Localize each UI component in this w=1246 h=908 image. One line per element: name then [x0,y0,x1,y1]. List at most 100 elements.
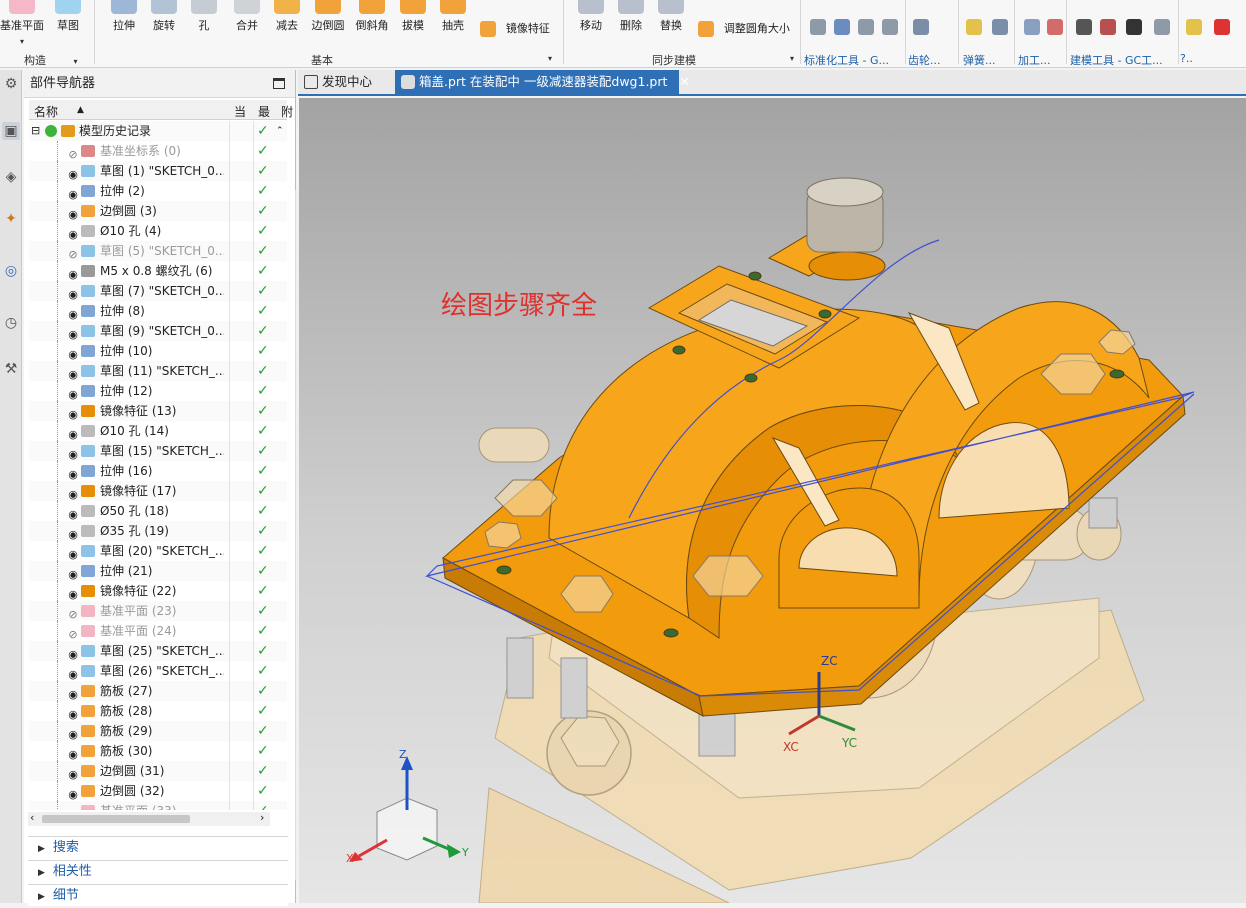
tree-row[interactable]: ◉ 筋板 (30) ✓ [29,741,287,761]
chevron-down-icon[interactable]: ▾ [548,54,552,63]
tree-row[interactable]: ◉ 镜像特征 (13) ✓ [29,401,287,421]
group-standard-tools[interactable]: 标准化工具 - G... [804,52,889,68]
machining-icon[interactable] [1024,19,1040,35]
group-more[interactable]: ?.. [1180,52,1193,65]
gear-icon[interactable] [913,19,929,35]
standard-part-icon[interactable] [810,19,826,35]
datum-plane-button[interactable]: 基准平面 ▾ [0,0,44,47]
tree-row[interactable]: ◉ 草图 (9) "SKETCH_0... ✓ [29,321,287,341]
subtract-button[interactable]: 减去 [265,0,309,33]
resize-blend-button[interactable]: 调整圆角大小 [698,20,790,37]
nut-icon[interactable] [858,19,874,35]
chevron-down-icon[interactable]: ▾ [790,54,794,63]
tree-row[interactable]: ◉ 镜像特征 (22) ✓ [29,581,287,601]
tree-root-node[interactable]: ⊟ 模型历史记录 ✓ ⌃ [29,121,287,141]
tree-row[interactable]: ⊘ 基准平面 (24) ✓ [29,621,287,641]
tree-row[interactable]: ◉ 拉伸 (8) ✓ [29,301,287,321]
graphics-window[interactable]: 绘图步骤齐全 ZC XC YC Z X Y [299,98,1246,903]
tolerance-icon[interactable] [1126,19,1142,35]
extrude-button[interactable]: 拉伸 [102,0,146,33]
mirror-feature-button[interactable]: 镜像特征 [480,20,550,37]
column-extra[interactable]: 附 [281,103,293,120]
hole-button[interactable]: 孔 [182,0,226,33]
dimension-icon[interactable] [1100,19,1116,35]
tree-row[interactable]: ◉ 草图 (1) "SKETCH_0... ✓ [29,161,287,181]
bolt-icon[interactable] [834,19,850,35]
tab-active-part[interactable]: 箱盖.prt 在装配中 一级减速器装配dwg1.prt ✕ [395,70,690,96]
tree-row[interactable]: ◉ 草图 (11) "SKETCH_... ✓ [29,361,287,381]
tree-row[interactable]: ◉ 草图 (25) "SKETCH_... ✓ [29,641,287,661]
assembly-navigator-icon[interactable]: ◈ [2,168,20,186]
tree-row[interactable]: ◉ Ø10 孔 (14) ✓ [29,421,287,441]
sketch-button[interactable]: 草图 [46,0,90,33]
tree-row[interactable]: ◉ 边倒圆 (32) ✓ [29,781,287,801]
gear-icon[interactable]: ⚙ [2,75,20,93]
tree-row[interactable]: ◉ 草图 (7) "SKETCH_0... ✓ [29,281,287,301]
shell-button[interactable]: 抽壳 [431,0,475,33]
tree-row[interactable]: ◉ 边倒圆 (31) ✓ [29,761,287,781]
search-panel[interactable]: ▶ 搜索 [28,836,288,858]
web-browser-icon[interactable]: ◎ [2,262,20,280]
washer-icon[interactable] [882,19,898,35]
revolve-button[interactable]: 旋转 [142,0,186,33]
tree-row[interactable]: ◉ 拉伸 (2) ✓ [29,181,287,201]
column-current[interactable]: 当 [234,103,246,120]
tree-row[interactable]: ◉ 草图 (20) "SKETCH_... ✓ [29,541,287,561]
tree-row[interactable]: ◉ Ø10 孔 (4) ✓ [29,221,287,241]
tools-icon[interactable]: ⚒ [2,360,20,378]
tree-row[interactable]: ⊘ 基准平面 (33) ✓ [29,801,287,810]
chamfer-button[interactable]: 倒斜角 [350,0,394,33]
tree-row[interactable]: ◉ M5 x 0.8 螺纹孔 (6) ✓ [29,261,287,281]
tree-row[interactable]: ◉ 筋板 (27) ✓ [29,681,287,701]
hole-table-icon[interactable] [1154,19,1170,35]
chevron-right-icon[interactable]: › [260,811,264,824]
tree-row[interactable]: ◉ Ø35 孔 (19) ✓ [29,521,287,541]
machining-tool-icon[interactable] [1047,19,1063,35]
replace-face-button[interactable]: 替换 [649,0,693,33]
column-latest[interactable]: 最 [258,103,270,120]
sort-ascending-icon[interactable]: ▲ [77,105,84,115]
tree-row[interactable]: ◉ 拉伸 (16) ✓ [29,461,287,481]
tree-row[interactable]: ⊘ 基准平面 (23) ✓ [29,601,287,621]
arrow-tool-icon[interactable] [1214,19,1230,35]
part-navigator-icon[interactable]: ▣ [2,122,20,140]
constraint-navigator-icon[interactable]: ✦ [2,210,20,228]
group-gc-tools[interactable]: 建模工具 - GC工... [1070,52,1163,68]
delete-face-button[interactable]: 删除 [609,0,653,33]
chevron-left-icon[interactable]: ‹ [30,811,34,824]
tree-row[interactable]: ◉ 镜像特征 (17) ✓ [29,481,287,501]
tree-row[interactable]: ◉ 拉伸 (10) ✓ [29,341,287,361]
spring-tool-icon[interactable] [992,19,1008,35]
tree-row[interactable]: ◉ 草图 (26) "SKETCH_... ✓ [29,661,287,681]
tree-row[interactable]: ◉ 拉伸 (12) ✓ [29,381,287,401]
tree-row[interactable]: ◉ 拉伸 (21) ✓ [29,561,287,581]
tree-row[interactable]: ◉ 边倒圆 (3) ✓ [29,201,287,221]
close-icon[interactable]: ✕ [679,74,689,89]
tree-row[interactable]: ◉ 筋板 (28) ✓ [29,701,287,721]
group-machining[interactable]: 加工... [1018,52,1051,68]
column-name[interactable]: 名称 [34,103,58,120]
scroll-thumb[interactable] [42,815,190,823]
horizontal-scrollbar[interactable]: ‹ › [28,811,270,826]
move-face-button[interactable]: 移动 [569,0,613,33]
eye-hidden-icon[interactable]: ⊘ [65,805,81,810]
spring-icon[interactable] [966,19,982,35]
gc-tool-icon[interactable] [1186,19,1202,35]
tree-row[interactable]: ⊘ 基准坐标系 (0) ✓ [29,141,287,161]
edge-blend-button[interactable]: 边倒圆 [306,0,350,33]
tree-row[interactable]: ◉ 筋板 (29) ✓ [29,721,287,741]
tree-row[interactable]: ◉ 草图 (15) "SKETCH_... ✓ [29,441,287,461]
table-icon[interactable] [1076,19,1092,35]
maximize-icon[interactable] [273,78,285,89]
group-gear[interactable]: 齿轮... [908,52,941,68]
history-icon[interactable]: ◷ [2,314,20,332]
dependencies-panel[interactable]: ▶ 相关性 [28,860,288,882]
collapse-icon[interactable]: ⊟ [31,121,40,141]
unite-button[interactable]: 合并 [225,0,269,33]
chevron-down-icon[interactable]: ▾ [20,37,24,46]
group-spring[interactable]: 弹簧... [963,52,996,68]
tree-row[interactable]: ◉ Ø50 孔 (18) ✓ [29,501,287,521]
group-construct[interactable]: 构造 ▾ [24,52,78,68]
draft-button[interactable]: 拔模 [391,0,435,33]
tab-discovery-center[interactable]: 发现中心 [298,70,394,96]
